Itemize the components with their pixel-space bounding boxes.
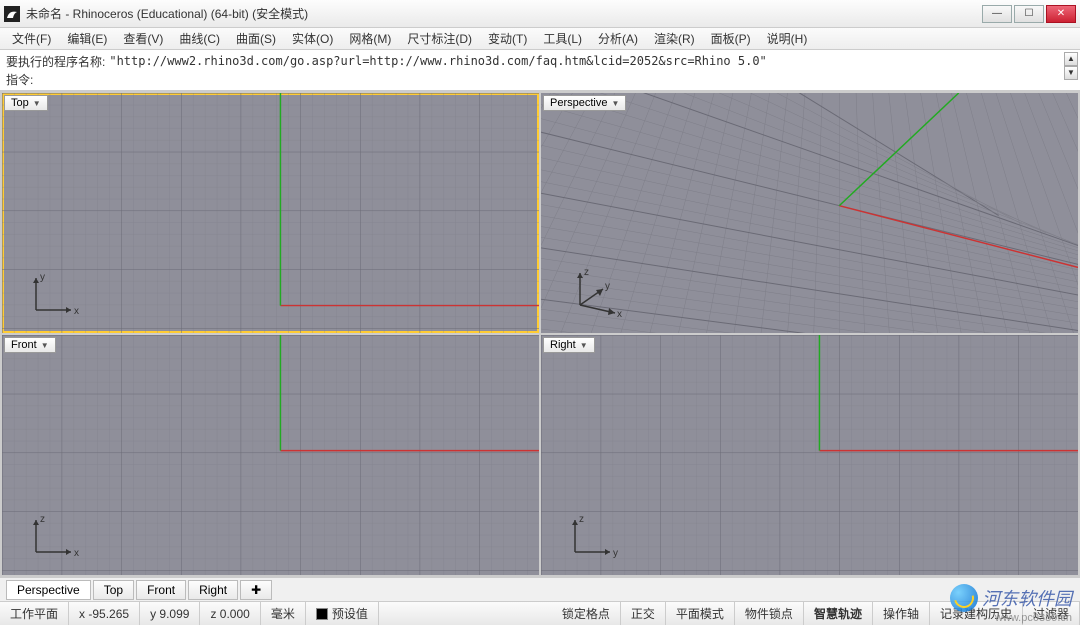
maximize-button[interactable]: ☐: [1014, 5, 1044, 23]
menu-item[interactable]: 分析(A): [590, 28, 646, 49]
status-toggle[interactable]: 智慧轨迹: [804, 602, 873, 625]
svg-text:z: z: [584, 267, 589, 278]
scroll-down-icon[interactable]: ▼: [1064, 66, 1078, 80]
minimize-button[interactable]: —: [982, 5, 1012, 23]
status-x: x -95.265: [69, 602, 140, 625]
axis-widget-perspective: x y z: [565, 265, 635, 325]
window-title: 未命名 - Rhinoceros (Educational) (64-bit) …: [26, 5, 982, 22]
statusbar: 工作平面 x -95.265 y 9.099 z 0.000 毫米 预设值 锁定…: [0, 601, 1080, 625]
view-tab[interactable]: Front: [136, 580, 186, 600]
chevron-down-icon: ▼: [33, 99, 41, 108]
viewport-perspective[interactable]: Perspective ▼ x y z: [541, 93, 1078, 333]
viewport-front[interactable]: Front ▼ x z: [2, 335, 539, 575]
viewport-right-label[interactable]: Right ▼: [543, 337, 595, 353]
menu-item[interactable]: 查看(V): [115, 28, 171, 49]
chevron-down-icon: ▼: [611, 99, 619, 108]
menu-item[interactable]: 变动(T): [480, 28, 535, 49]
menu-item[interactable]: 曲线(C): [171, 28, 228, 49]
status-toggle[interactable]: 平面模式: [666, 602, 735, 625]
app-icon: [4, 6, 20, 22]
menu-item[interactable]: 面板(P): [703, 28, 759, 49]
window-controls: — ☐ ✕: [982, 5, 1076, 23]
svg-text:y: y: [40, 272, 45, 283]
chevron-down-icon: ▼: [41, 341, 49, 350]
svg-text:z: z: [40, 514, 45, 525]
viewport-top[interactable]: Top ▼ x y: [2, 93, 539, 333]
status-units[interactable]: 毫米: [261, 602, 306, 625]
menu-item[interactable]: 实体(O): [284, 28, 341, 49]
close-button[interactable]: ✕: [1046, 5, 1076, 23]
menubar: 文件(F)编辑(E)查看(V)曲线(C)曲面(S)实体(O)网格(M)尺寸标注(…: [0, 28, 1080, 50]
command-area: 要执行的程序名称: "http://www2.rhino3d.com/go.as…: [0, 50, 1080, 91]
svg-text:x: x: [74, 306, 79, 317]
menu-item[interactable]: 尺寸标注(D): [399, 28, 480, 49]
axis-widget-top: x y: [26, 270, 86, 325]
view-tab[interactable]: Perspective: [6, 580, 91, 600]
viewport-perspective-label[interactable]: Perspective ▼: [543, 95, 626, 111]
view-tab[interactable]: Top: [93, 580, 134, 600]
command-history-label: 要执行的程序名称:: [6, 53, 105, 70]
svg-text:y: y: [613, 548, 618, 559]
status-toggle[interactable]: 记录建构历史: [930, 602, 1023, 625]
command-prompt-label: 指令:: [6, 71, 33, 88]
svg-text:z: z: [579, 514, 584, 525]
status-toggle[interactable]: 正交: [621, 602, 666, 625]
status-cplane[interactable]: 工作平面: [0, 602, 69, 625]
axis-widget-right: y z: [565, 512, 625, 567]
status-toggle[interactable]: 过滤器: [1023, 602, 1080, 625]
status-y: y 9.099: [140, 602, 200, 625]
viewport-right[interactable]: Right ▼ y z: [541, 335, 1078, 575]
titlebar: 未命名 - Rhinoceros (Educational) (64-bit) …: [0, 0, 1080, 28]
status-z: z 0.000: [200, 602, 260, 625]
svg-text:x: x: [617, 309, 622, 320]
svg-text:y: y: [605, 281, 610, 292]
viewport-top-label[interactable]: Top ▼: [4, 95, 48, 111]
status-layer[interactable]: 预设值: [306, 602, 379, 625]
layer-color-swatch: [316, 608, 328, 620]
command-scroll: ▲ ▼: [1064, 52, 1078, 80]
chevron-down-icon: ▼: [580, 341, 588, 350]
status-toggle[interactable]: 物件锁点: [735, 602, 804, 625]
add-view-tab[interactable]: ✚: [240, 580, 272, 600]
svg-text:x: x: [74, 548, 79, 559]
menu-item[interactable]: 编辑(E): [59, 28, 115, 49]
menu-item[interactable]: 工具(L): [535, 28, 590, 49]
scroll-up-icon[interactable]: ▲: [1064, 52, 1078, 66]
view-tab[interactable]: Right: [188, 580, 238, 600]
menu-item[interactable]: 曲面(S): [228, 28, 284, 49]
command-history-value: "http://www2.rhino3d.com/go.asp?url=http…: [105, 54, 1074, 68]
menu-item[interactable]: 网格(M): [341, 28, 399, 49]
menu-item[interactable]: 说明(H): [759, 28, 816, 49]
menu-item[interactable]: 文件(F): [4, 28, 59, 49]
menu-item[interactable]: 渲染(R): [646, 28, 703, 49]
viewport-front-label[interactable]: Front ▼: [4, 337, 56, 353]
view-tabs: PerspectiveTopFrontRight✚: [0, 577, 1080, 601]
status-toggle[interactable]: 锁定格点: [552, 602, 621, 625]
viewport-grid: Top ▼ x y Perspective ▼: [0, 91, 1080, 577]
axis-widget-front: x z: [26, 512, 86, 567]
status-toggle[interactable]: 操作轴: [873, 602, 930, 625]
